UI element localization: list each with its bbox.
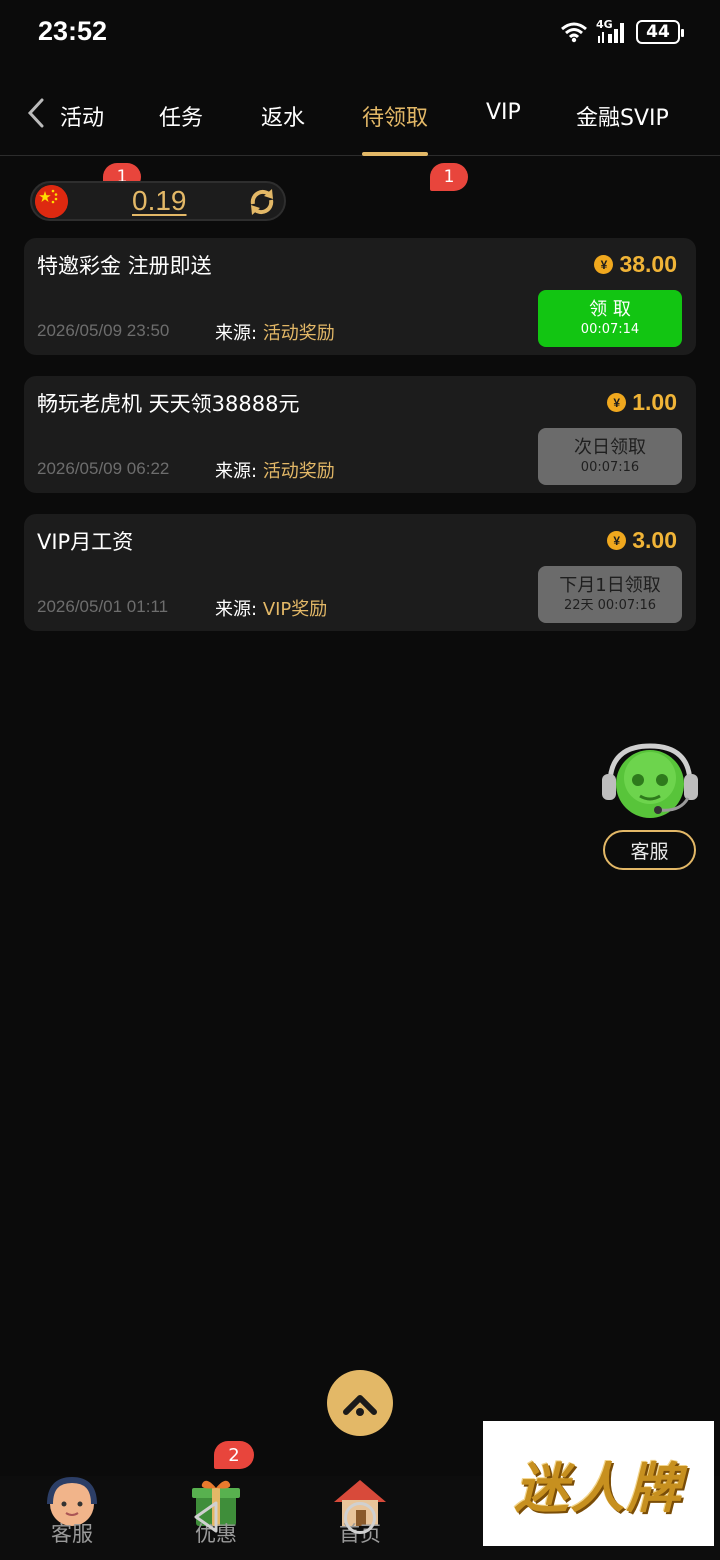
tab-label: 活动 [59,106,104,131]
tab-rebate[interactable]: 返水 [261,100,305,156]
reward-amount-value: 3.00 [632,527,677,553]
tab-vip[interactable]: VIP [486,100,521,156]
claim-button-label: 下月1日领取 [559,574,661,596]
category-tabbar: 活动 1 任务 返水 待领取 1 VIP 金融SVIP [0,80,720,191]
reward-date: 2026/05/09 23:50 [37,321,170,340]
reward-amount: ¥ 38.00 [594,251,677,278]
system-back-icon[interactable] [192,1500,220,1538]
source-value: VIP奖励 [262,599,328,620]
customer-service-button[interactable]: 客服 [603,830,696,870]
tab-label: 任务 [159,106,204,131]
tab-label: 金融SVIP [576,106,669,131]
tab-activity[interactable]: 活动 [58,100,104,156]
source-label: 来源: [215,599,258,620]
tab-label: VIP [486,100,521,125]
source-label: 来源: [215,461,258,482]
tab-label: 待领取 [362,106,429,131]
refresh-icon[interactable] [246,186,278,218]
claim-button-timer: 00:07:14 [580,321,640,337]
reward-amount-value: 38.00 [619,251,677,277]
nav-customer-service[interactable]: 客服 [22,1476,122,1560]
reward-card: VIP月工资 ¥ 3.00 2026/05/01 01:11 来源: VIP奖励… [24,514,696,631]
reward-card: 特邀彩金 注册即送 ¥ 38.00 2026/05/09 23:50 来源: 活… [24,238,696,355]
battery-icon: 44 [636,20,684,44]
yuan-coin-icon: ¥ [607,393,627,412]
reward-amount: ¥ 1.00 [607,389,677,416]
reward-card: 畅玩老虎机 天天领38888元 ¥ 1.00 2026/05/09 06:22 … [24,376,696,493]
scroll-to-top-button[interactable] [327,1370,393,1436]
claim-next-month-button[interactable]: 下月1日领取 22天 00:07:16 [538,566,682,623]
headset-mascot-icon [600,740,700,824]
back-button[interactable] [22,94,52,134]
reward-source: 来源: 活动奖励 [215,319,335,345]
status-icons: 4G 44 [560,18,684,44]
reward-date: 2026/05/01 01:11 [37,597,169,616]
reward-date: 2026/05/09 06:22 [37,459,170,478]
claim-button-label: 领 取 [589,298,631,320]
battery-level: 44 [646,22,670,42]
claim-button[interactable]: 领 取 00:07:14 [538,290,682,347]
nav-badge: 2 [214,1441,254,1469]
watermark-text: 迷人牌 [514,1456,683,1520]
wifi-icon [560,21,588,43]
nav-label: 客服 [51,1522,93,1546]
source-label: 来源: [215,323,258,344]
reward-source: 来源: VIP奖励 [215,595,327,621]
claim-button-timer: 22天 00:07:16 [563,597,657,613]
tab-pending-claim[interactable]: 待领取 [362,100,429,156]
chevron-up-icon [343,1395,377,1416]
chevron-left-icon [27,98,44,128]
reward-title: 畅玩老虎机 天天领38888元 [37,392,300,416]
yuan-coin-icon: ¥ [594,255,614,274]
source-value: 活动奖励 [262,323,335,344]
status-bar: 23:52 4G 44 [0,0,720,72]
system-home-icon[interactable] [344,1502,376,1534]
reward-title: 特邀彩金 注册即送 [37,254,212,278]
reward-amount: ¥ 3.00 [607,527,677,554]
watermark: 迷人牌 [483,1421,714,1546]
claim-button-timer: 00:07:16 [580,459,640,475]
signal-icon: 4G [596,18,628,44]
network-type: 4G [596,18,613,31]
tab-finance-svip[interactable]: 金融SVIP [576,100,669,156]
tab-tasks[interactable]: 任务 [159,100,203,156]
floating-customer-service[interactable]: 客服 [598,740,702,880]
balance-pill: 0.19 [30,181,286,221]
source-value: 活动奖励 [262,461,335,482]
tab-badge: 1 [430,163,468,191]
balance-value[interactable]: 0.19 [132,185,187,217]
reward-source: 来源: 活动奖励 [215,457,335,483]
yuan-coin-icon: ¥ [607,531,627,550]
china-flag-icon [35,185,68,218]
status-time: 23:52 [38,16,108,46]
reward-title: VIP月工资 [37,530,134,554]
reward-amount-value: 1.00 [632,389,677,415]
claim-next-day-button[interactable]: 次日领取 00:07:16 [538,428,682,485]
tab-label: 返水 [261,106,306,131]
claim-button-label: 次日领取 [574,436,646,458]
